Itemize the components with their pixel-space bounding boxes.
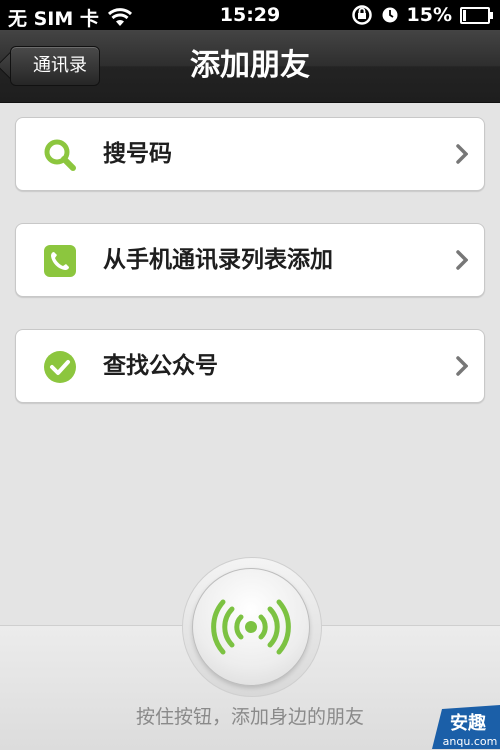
watermark-url: anqu.com xyxy=(443,735,498,748)
navigation-bar: 通讯录 添加朋友 xyxy=(0,30,500,103)
battery-icon xyxy=(460,6,493,24)
status-bar: 无 SIM 卡 15:29 15% xyxy=(0,0,500,30)
chevron-right-icon xyxy=(456,356,468,376)
list-item-label: 搜号码 xyxy=(103,141,172,167)
list-item-label: 查找公众号 xyxy=(103,353,218,379)
chevron-right-icon xyxy=(456,250,468,270)
list-item-label: 从手机通讯录列表添加 xyxy=(103,247,333,273)
phone-contacts-icon xyxy=(44,245,76,277)
search-icon xyxy=(44,139,76,171)
radar-signal-icon xyxy=(211,599,291,655)
anqu-watermark-logo: 安趣 anqu.com xyxy=(432,705,500,749)
radar-add-nearby-button[interactable] xyxy=(192,568,310,686)
list-item-phone-contacts[interactable]: 从手机通讯录列表添加 xyxy=(15,223,485,297)
checkmark-icon xyxy=(44,351,76,383)
radar-hint-text: 按住按钮，添加身边的朋友 xyxy=(135,706,364,728)
list-item-official-accounts[interactable]: 查找公众号 xyxy=(15,329,485,403)
battery-percent: 15% xyxy=(406,4,452,26)
alarm-icon xyxy=(382,7,398,23)
back-button[interactable]: 通讯录 xyxy=(10,46,100,86)
chevron-right-icon xyxy=(456,144,468,164)
orientation-lock-icon xyxy=(351,5,372,25)
list-item-search-number[interactable]: 搜号码 xyxy=(15,117,485,191)
watermark-title: 安趣 xyxy=(450,712,487,734)
